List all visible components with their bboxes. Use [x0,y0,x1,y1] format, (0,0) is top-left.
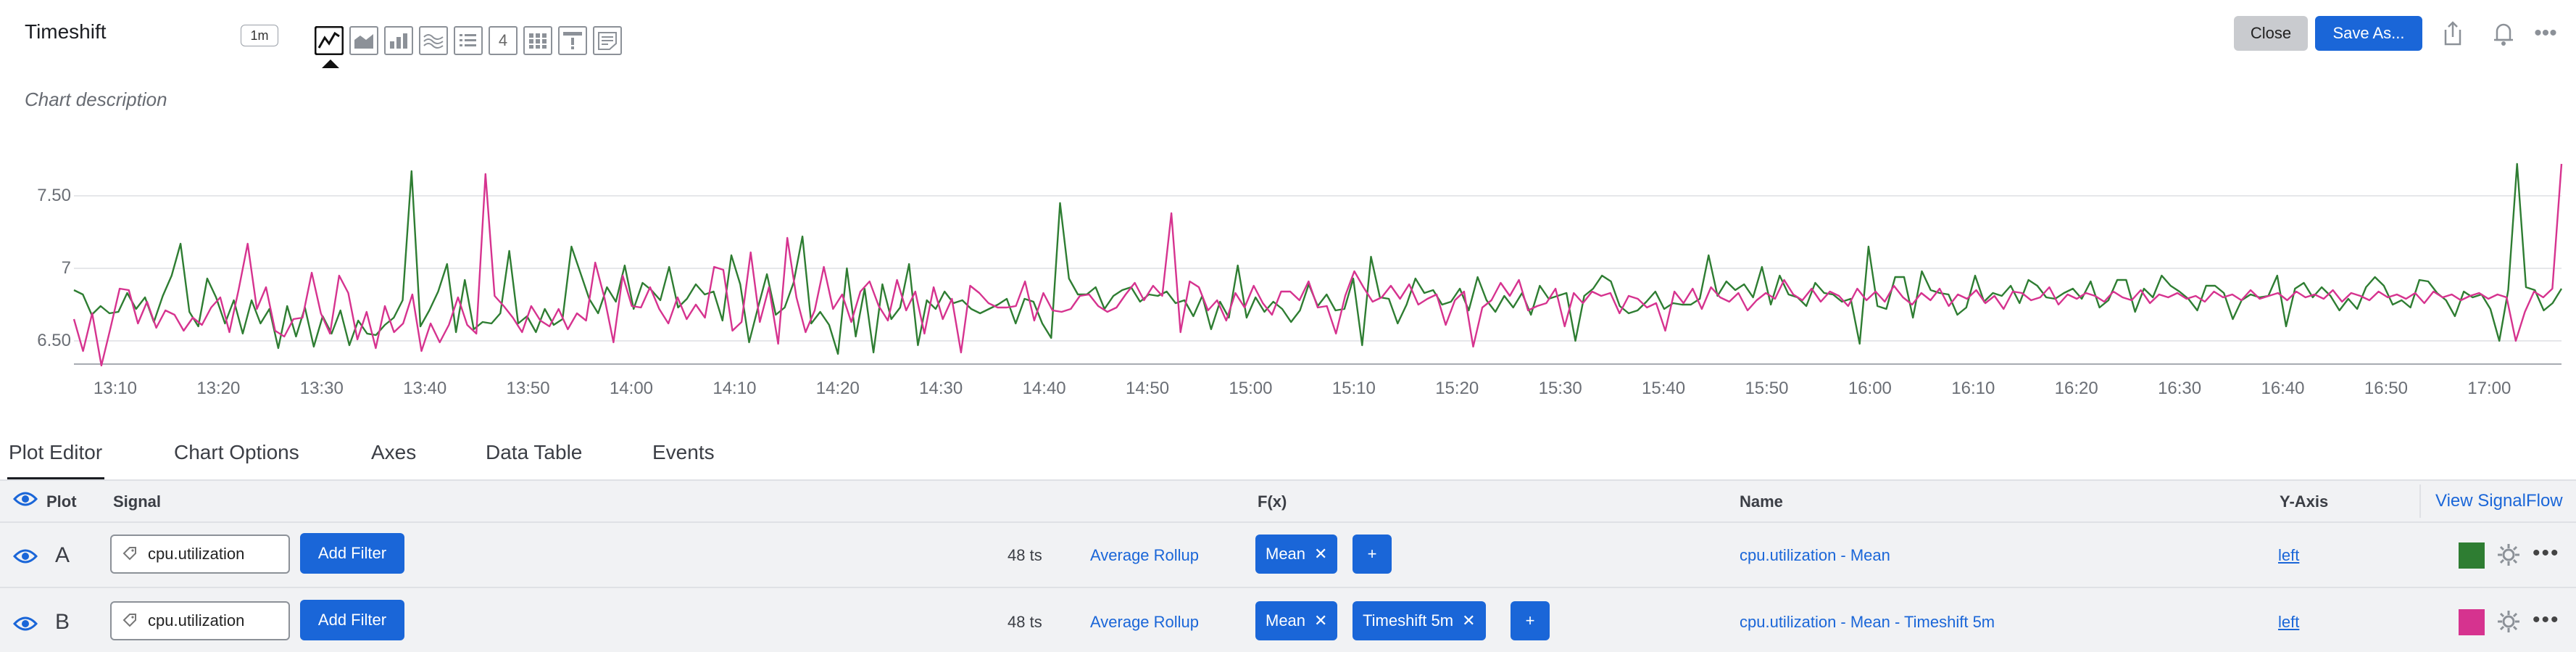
add-function-button[interactable]: + [1353,535,1392,574]
column-header-signal: Signal [113,492,162,511]
text-note-icon[interactable] [593,26,622,55]
y-tick-label: 7.50 [37,186,71,205]
line-chart [72,162,2563,367]
x-tick-label: 13:40 [403,379,447,398]
function-pill-mean[interactable]: Mean ✕ [1255,601,1338,640]
x-tick-label: 14:40 [1022,379,1066,398]
share-icon[interactable] [2437,16,2469,51]
x-tick-label: 16:00 [1848,379,1892,398]
column-header-plot: Plot [46,492,77,511]
x-tick-label: 14:30 [919,379,963,398]
tab-data-table[interactable]: Data Table [486,441,582,464]
color-swatch[interactable] [2459,609,2485,635]
resolution-badge[interactable]: 1m [241,25,278,46]
tag-icon [112,546,148,562]
close-icon[interactable]: ✕ [1462,611,1475,630]
x-tick-label: 16:20 [2054,379,2098,398]
single-value-icon[interactable]: 4 [489,26,518,55]
plot-name[interactable]: cpu.utilization - Mean [1740,546,1890,565]
close-icon[interactable]: ✕ [1314,611,1327,630]
save-as-button[interactable]: Save As... [2315,16,2422,51]
tab-chart-options[interactable]: Chart Options [174,441,299,464]
chart-description[interactable]: Chart description [25,88,167,111]
x-tick-label: 14:50 [1125,379,1170,398]
y-tick-label: 6.50 [37,331,71,350]
plot-letter: A [55,543,70,567]
x-tick-label: 15:20 [1435,379,1479,398]
plot-letter: B [55,610,70,634]
plot-table-header [0,481,2576,521]
series-line-a [73,162,2563,355]
eye-icon[interactable] [12,489,38,513]
column-header-name: Name [1740,492,1783,511]
tab-axes[interactable]: Axes [371,441,416,464]
add-filter-button[interactable]: Add Filter [300,533,404,574]
rollup-link[interactable]: Average Rollup [1090,613,1199,632]
x-tick-label: 15:40 [1642,379,1686,398]
list-icon[interactable] [454,26,483,55]
color-swatch[interactable] [2459,542,2485,569]
ts-count: 48 ts [1007,613,1042,631]
function-pill-timeshift[interactable]: Timeshift 5m ✕ [1353,601,1486,640]
x-tick-label: 16:40 [2261,379,2305,398]
signal-name: cpu.utilization [148,545,245,563]
tab-events[interactable]: Events [652,441,715,464]
x-tick-label: 17:00 [2467,379,2511,398]
ts-count: 48 ts [1007,546,1042,564]
close-button[interactable]: Close [2234,16,2308,51]
more-icon[interactable]: ••• [2530,16,2562,51]
event-feed-icon[interactable] [558,26,587,55]
x-tick-label: 16:50 [2364,379,2408,398]
signal-input[interactable]: cpu.utilization [110,535,290,574]
close-icon[interactable]: ✕ [1314,545,1327,564]
x-tick-label: 13:30 [299,379,344,398]
column-header-yaxis: Y-Axis [2280,492,2329,511]
histogram-icon[interactable] [419,26,448,55]
area-chart-icon[interactable] [349,26,378,55]
line-chart-icon[interactable] [315,26,344,55]
y-axis-link[interactable]: left [2278,546,2299,565]
chart-title[interactable]: Timeshift [25,20,107,44]
y-axis-link[interactable]: left [2278,613,2299,632]
header-separator [2419,484,2421,518]
x-tick-label: 13:50 [506,379,550,398]
add-filter-button[interactable]: Add Filter [300,600,404,640]
x-tick-label: 13:10 [93,379,137,398]
eye-icon[interactable] [12,614,38,637]
gear-icon[interactable] [2496,542,2521,571]
x-tick-label: 16:30 [2158,379,2202,398]
row-more-icon[interactable]: ••• [2533,608,2560,632]
view-signalflow-link[interactable]: View SignalFlow [2435,491,2563,511]
add-function-button[interactable]: + [1511,601,1550,640]
column-chart-icon[interactable] [384,26,413,55]
x-tick-label: 16:10 [1951,379,1995,398]
eye-icon[interactable] [12,546,38,570]
x-tick-label: 15:00 [1229,379,1273,398]
signal-name: cpu.utilization [148,611,245,630]
x-tick-label: 14:10 [712,379,757,398]
row-more-icon[interactable]: ••• [2533,541,2560,566]
x-tick-label: 13:20 [196,379,241,398]
x-tick-label: 14:00 [609,379,654,398]
function-pill-mean[interactable]: Mean ✕ [1255,535,1338,574]
function-label: Mean [1266,611,1306,630]
column-header-fx: F(x) [1258,492,1287,511]
y-tick-label: 7 [61,258,71,278]
selected-chart-type-caret [322,59,339,68]
function-label: Timeshift 5m [1363,611,1454,630]
gear-icon[interactable] [2496,609,2521,637]
function-label: Mean [1266,545,1306,563]
x-tick-label: 15:10 [1331,379,1376,398]
plot-name[interactable]: cpu.utilization - Mean - Timeshift 5m [1740,613,1995,632]
signal-input[interactable]: cpu.utilization [110,601,290,640]
x-tick-label: 15:50 [1745,379,1789,398]
tab-plot-editor[interactable]: Plot Editor [9,441,102,464]
bell-icon[interactable] [2488,16,2519,51]
x-tick-label: 15:30 [1538,379,1582,398]
rollup-link[interactable]: Average Rollup [1090,546,1199,565]
heatmap-icon[interactable] [523,26,552,55]
tag-icon [112,613,148,629]
x-tick-label: 14:20 [815,379,860,398]
single-value-glyph: 4 [498,31,508,49]
